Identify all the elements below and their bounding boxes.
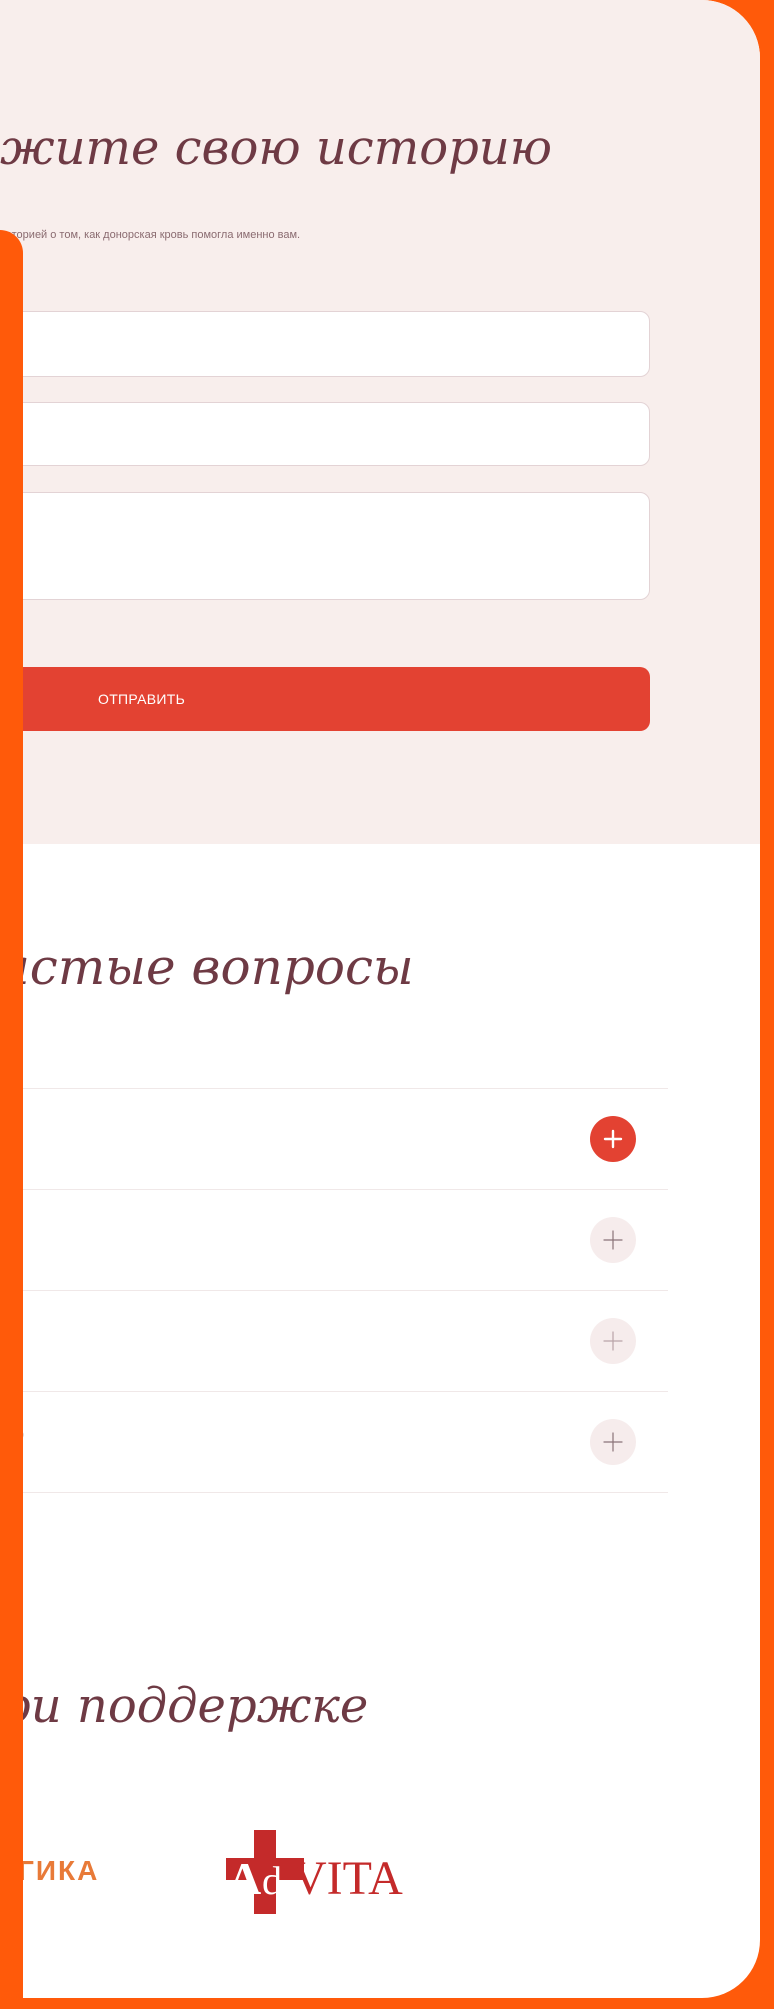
faq-item[interactable]: ?: [0, 1391, 668, 1493]
svg-text:VITA: VITA: [292, 1852, 403, 1905]
faq-item[interactable]: [0, 1290, 668, 1391]
share-story-section: жите свою историю историей о том, как до…: [0, 0, 760, 844]
contact-input[interactable]: [0, 402, 650, 466]
faq-list: ?: [0, 1088, 668, 1493]
svg-text:d: d: [262, 1858, 282, 1903]
plus-icon: [603, 1129, 623, 1149]
faq-title: астые вопросы: [0, 938, 414, 996]
page-card: жите свою историю историей о том, как до…: [0, 0, 760, 1998]
faq-item[interactable]: [0, 1189, 668, 1290]
advita-logo[interactable]: A d VITA: [224, 1822, 434, 1922]
story-textarea[interactable]: [0, 492, 650, 600]
story-title: жите свою историю: [0, 120, 552, 176]
partner-logo[interactable]: ГИКА: [18, 1855, 99, 1887]
faq-item[interactable]: [0, 1088, 668, 1189]
plus-icon: [603, 1230, 623, 1250]
plus-icon: [603, 1331, 623, 1351]
name-input[interactable]: [0, 311, 650, 377]
support-title: ри поддержке: [0, 1678, 369, 1734]
faq-toggle-button[interactable]: [590, 1318, 636, 1364]
faq-toggle-button[interactable]: [590, 1217, 636, 1263]
svg-text:A: A: [228, 1853, 261, 1904]
faq-toggle-button[interactable]: [590, 1116, 636, 1162]
left-frame-bar: [0, 230, 23, 2009]
story-subtitle: историей о том, как донорская кровь помо…: [0, 229, 301, 241]
submit-button[interactable]: ОТПРАВИТЬ: [0, 667, 650, 731]
plus-icon: [603, 1432, 623, 1452]
faq-toggle-button[interactable]: [590, 1419, 636, 1465]
